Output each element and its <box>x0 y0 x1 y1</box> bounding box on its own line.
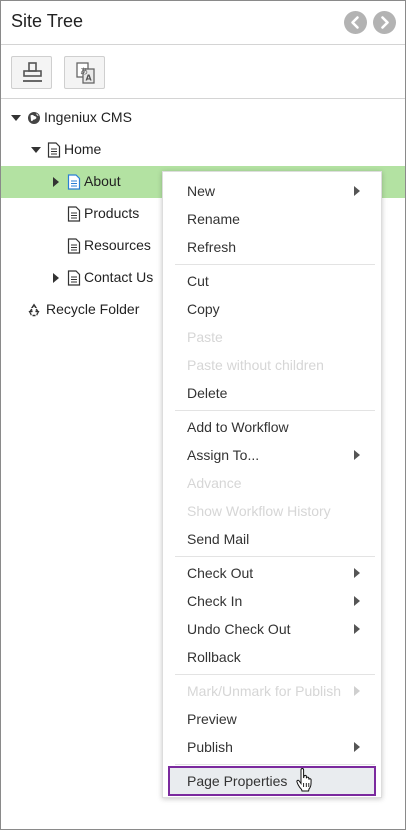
svg-text:A: A <box>86 74 93 83</box>
submenu-arrow-icon <box>354 450 360 460</box>
menu-separator <box>175 410 375 411</box>
caret-down-icon <box>31 147 41 153</box>
tree-node-ingeniux-cms[interactable]: Ingeniux CMS <box>1 102 405 134</box>
nav-forward-button[interactable] <box>373 11 396 34</box>
stamp-icon <box>23 62 42 82</box>
menu-item-mark-unmark-for-publish: Mark/Unmark for Publish <box>163 677 381 705</box>
menu-item-publish[interactable]: Publish <box>163 733 381 761</box>
menu-item-copy[interactable]: Copy <box>163 295 381 323</box>
menu-item-paste: Paste <box>187 329 223 345</box>
expand-toggle[interactable] <box>30 134 42 166</box>
document-icon <box>67 174 81 190</box>
document-icon <box>67 206 81 222</box>
panel-title: Site Tree <box>11 11 84 31</box>
menu-item-preview[interactable]: Preview <box>163 705 381 733</box>
submenu-arrow-icon <box>354 624 360 634</box>
context-menu: New Rename Refresh Cut Copy Paste Paste … <box>162 171 382 798</box>
tree-node-label: Recycle Folder <box>46 301 140 317</box>
tree-node-label: Home <box>64 141 102 157</box>
chevron-right-icon <box>381 16 389 29</box>
menu-item-refresh[interactable]: Refresh <box>163 233 381 261</box>
document-icon <box>47 142 61 158</box>
menu-item-rename[interactable]: Rename <box>163 205 381 233</box>
caret-right-icon <box>53 177 59 187</box>
caret-down-icon <box>11 115 21 121</box>
document-icon <box>67 238 81 254</box>
document-icon <box>67 270 81 286</box>
submenu-arrow-icon <box>354 568 360 578</box>
menu-item-check-in[interactable]: Check In <box>163 587 381 615</box>
hand-pointer-icon <box>296 768 312 792</box>
menu-item-new[interactable]: New <box>163 177 381 205</box>
tree-node-label: Contact Us <box>84 269 154 285</box>
menu-item-send-mail[interactable]: Send Mail <box>163 525 381 553</box>
tree-node-label: Products <box>84 205 140 221</box>
panel-header: Site Tree <box>1 1 405 45</box>
menu-item-cut[interactable]: Cut <box>163 267 381 295</box>
recycle-icon <box>26 302 42 318</box>
caret-right-icon <box>53 273 59 283</box>
submenu-arrow-icon <box>354 186 360 196</box>
tree-node-label: About <box>84 173 121 189</box>
chevron-left-icon <box>351 16 359 29</box>
translate-button[interactable]: あ A <box>64 56 105 89</box>
menu-item-undo-check-out[interactable]: Undo Check Out <box>163 615 381 643</box>
menu-separator <box>175 674 375 675</box>
tree-node-home[interactable]: Home <box>1 134 405 166</box>
expand-toggle[interactable] <box>50 262 62 294</box>
submenu-arrow-icon <box>354 742 360 752</box>
menu-item-delete[interactable]: Delete <box>163 379 381 407</box>
expand-toggle[interactable] <box>50 166 62 198</box>
menu-separator <box>175 264 375 265</box>
globe-icon <box>27 110 41 126</box>
menu-item-check-out[interactable]: Check Out <box>163 559 381 587</box>
menu-item-paste-without-children: Paste without children <box>187 357 324 373</box>
menu-item-rollback[interactable]: Rollback <box>163 643 381 671</box>
panel-toolbar: あ A <box>1 46 405 99</box>
submenu-arrow-icon <box>354 686 360 696</box>
translate-icon: あ A <box>76 62 95 84</box>
nav-back-button[interactable] <box>344 11 367 34</box>
menu-item-page-properties[interactable]: Page Properties <box>168 766 376 796</box>
menu-item-advance: Advance <box>187 475 242 491</box>
menu-item-add-to-workflow[interactable]: Add to Workflow <box>163 413 381 441</box>
menu-item-show-workflow-history: Show Workflow History <box>187 503 331 519</box>
expand-toggle[interactable] <box>10 102 22 134</box>
tree-node-label: Ingeniux CMS <box>44 109 132 125</box>
menu-item-assign-to[interactable]: Assign To... <box>163 441 381 469</box>
submenu-arrow-icon <box>354 596 360 606</box>
stamp-button[interactable] <box>11 56 52 89</box>
menu-separator <box>175 764 375 765</box>
tree-node-label: Resources <box>84 237 151 253</box>
menu-separator <box>175 556 375 557</box>
